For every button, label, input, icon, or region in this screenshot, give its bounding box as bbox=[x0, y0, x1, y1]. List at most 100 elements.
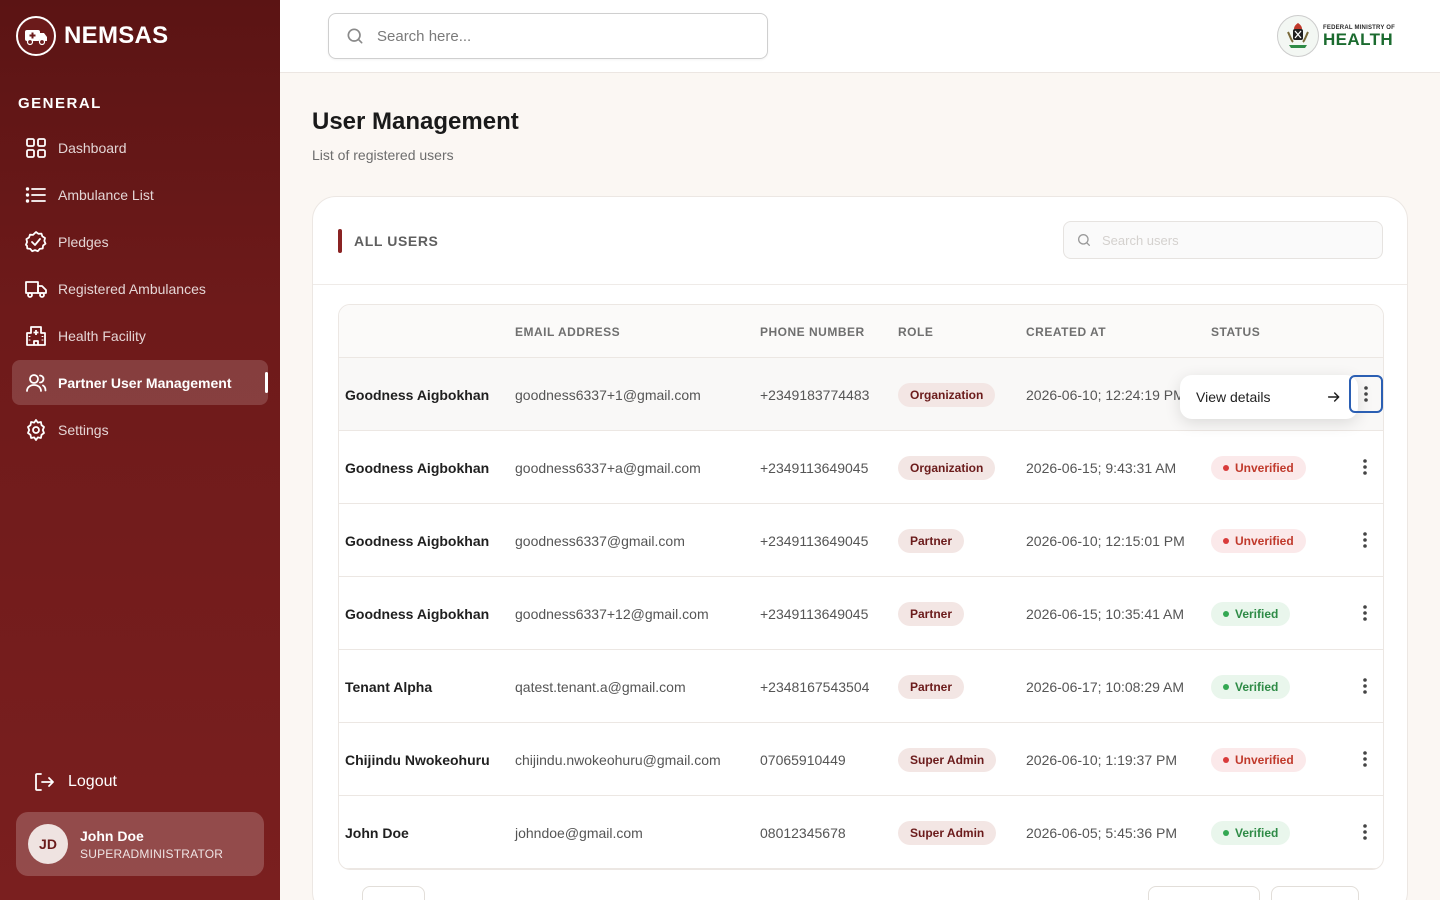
phone-cell: 07065910449 bbox=[760, 752, 846, 768]
status-badge: Unverified bbox=[1211, 748, 1306, 772]
row-actions-button[interactable] bbox=[1353, 747, 1377, 771]
status-label: Unverified bbox=[1235, 534, 1294, 548]
badge-check-icon bbox=[25, 230, 47, 252]
email-cell: qatest.tenant.a@gmail.com bbox=[515, 679, 686, 695]
more-vertical-icon bbox=[1363, 605, 1367, 621]
nav-heading: GENERAL bbox=[18, 95, 102, 112]
row-actions-button[interactable] bbox=[1353, 674, 1377, 698]
row-actions-button[interactable] bbox=[1353, 820, 1377, 844]
search-input[interactable] bbox=[377, 27, 737, 45]
users-card: ALL USERS EMAIL ADDRESS PHONE NUMBER ROL… bbox=[312, 196, 1408, 900]
status-badge: Verified bbox=[1211, 602, 1291, 626]
created-at-cell: 2026-06-10; 12:15:01 PM bbox=[1026, 533, 1185, 549]
phone-cell: +2348167543504 bbox=[760, 679, 870, 695]
sidebar-item-dashboard[interactable]: Dashboard bbox=[12, 125, 268, 170]
role-badge: Partner bbox=[898, 529, 965, 553]
column-header-status[interactable]: STATUS bbox=[1211, 325, 1260, 339]
table-row[interactable]: Chijindu Nwokeohuru chijindu.nwokeohuru@… bbox=[339, 723, 1383, 796]
column-header-phone[interactable]: PHONE NUMBER bbox=[760, 325, 865, 339]
sidebar-item-settings[interactable]: Settings bbox=[12, 407, 268, 452]
table-row[interactable]: John Doe johndoe@gmail.com 08012345678 S… bbox=[339, 796, 1383, 869]
coat-of-arms-icon bbox=[1277, 15, 1319, 57]
role-badge: Organization bbox=[898, 383, 996, 407]
phone-cell: 08012345678 bbox=[760, 825, 846, 841]
users-table: EMAIL ADDRESS PHONE NUMBER ROLE CREATED … bbox=[338, 304, 1384, 870]
gear-icon bbox=[27, 418, 45, 441]
table-row[interactable]: Goodness Aigbokhan goodness6337+a@gmail.… bbox=[339, 431, 1383, 504]
search-icon bbox=[1078, 234, 1090, 246]
page-subtitle: List of registered users bbox=[312, 147, 454, 163]
status-badge: Verified bbox=[1211, 821, 1291, 845]
table-row[interactable]: Goodness Aigbokhan goodness6337+1@gmail.… bbox=[339, 358, 1383, 431]
sidebar-item-label: Ambulance List bbox=[58, 186, 154, 203]
more-vertical-icon bbox=[1363, 459, 1367, 475]
created-at-cell: 2026-06-15; 10:35:41 AM bbox=[1026, 606, 1185, 622]
more-vertical-icon bbox=[1363, 824, 1367, 840]
truck-icon bbox=[25, 280, 47, 298]
row-actions-button[interactable] bbox=[1349, 375, 1383, 413]
created-at-cell: 2026-06-17; 10:08:29 AM bbox=[1026, 679, 1185, 695]
more-vertical-icon bbox=[1364, 386, 1368, 402]
email-cell: goodness6337@gmail.com bbox=[515, 533, 685, 549]
status-badge: Verified bbox=[1211, 675, 1291, 699]
logout-icon bbox=[35, 773, 54, 791]
column-header-role[interactable]: ROLE bbox=[898, 325, 933, 339]
table-row[interactable]: Tenant Alpha qatest.tenant.a@gmail.com +… bbox=[339, 650, 1383, 723]
status-dot bbox=[1223, 757, 1229, 763]
next-page-button[interactable] bbox=[1271, 886, 1359, 900]
user-search[interactable] bbox=[1063, 221, 1383, 259]
column-header-email[interactable]: EMAIL ADDRESS bbox=[515, 325, 620, 339]
user-search-input[interactable] bbox=[1102, 232, 1362, 248]
status-dot bbox=[1223, 538, 1229, 544]
brand[interactable]: NEMSAS bbox=[16, 16, 168, 56]
phone-cell: +2349113649045 bbox=[760, 460, 869, 476]
sidebar-item-ambulance-list[interactable]: Ambulance List bbox=[12, 172, 268, 217]
row-actions-button[interactable] bbox=[1353, 601, 1377, 625]
status-label: Verified bbox=[1235, 607, 1279, 621]
sidebar-item-label: Partner User Management bbox=[58, 374, 232, 391]
created-at-cell: 2026-06-15; 9:43:31 AM bbox=[1026, 460, 1177, 476]
user-name-cell: Tenant Alpha bbox=[345, 679, 433, 695]
card-title-label: ALL USERS bbox=[354, 233, 439, 249]
sidebar-item-registered-ambulances[interactable]: Registered Ambulances bbox=[12, 266, 268, 311]
grid-icon bbox=[26, 137, 46, 158]
column-header-created-at[interactable]: CREATED AT bbox=[1026, 325, 1106, 339]
more-vertical-icon bbox=[1363, 678, 1367, 694]
topbar: FEDERAL MINISTRY OF HEALTH bbox=[280, 0, 1440, 73]
email-cell: goodness6337+12@gmail.com bbox=[515, 606, 709, 622]
sidebar-item-partner-user-management[interactable]: Partner User Management bbox=[12, 360, 268, 405]
role-badge: Partner bbox=[898, 675, 965, 699]
list-icon bbox=[25, 186, 46, 203]
sidebar-nav: Dashboard Ambulance List Pledges Registe… bbox=[12, 125, 268, 454]
user-name-cell: Goodness Aigbokhan bbox=[345, 533, 490, 549]
status-label: Unverified bbox=[1235, 753, 1294, 767]
status-badge: Unverified bbox=[1211, 529, 1306, 553]
created-at-cell: 2026-06-05; 5:45:36 PM bbox=[1026, 825, 1177, 841]
phone-cell: +2349113649045 bbox=[760, 533, 869, 549]
sidebar-item-pledges[interactable]: Pledges bbox=[12, 219, 268, 264]
user-profile-card[interactable]: JD John Doe SUPERADMINISTRATOR bbox=[16, 812, 264, 876]
created-at-cell: 2026-06-10; 12:24:19 PM bbox=[1026, 387, 1185, 403]
role-badge: Partner bbox=[898, 602, 965, 626]
status-badge: Unverified bbox=[1211, 456, 1306, 480]
status-dot bbox=[1223, 830, 1229, 836]
sidebar-item-label: Registered Ambulances bbox=[58, 280, 206, 297]
page-size-select[interactable] bbox=[362, 886, 425, 900]
sidebar-item-label: Pledges bbox=[58, 233, 109, 250]
logout-button[interactable]: Logout bbox=[32, 770, 117, 794]
table-row[interactable]: Goodness Aigbokhan goodness6337+12@gmail… bbox=[339, 577, 1383, 650]
table-row[interactable]: Goodness Aigbokhan goodness6337@gmail.co… bbox=[339, 504, 1383, 577]
previous-page-button[interactable] bbox=[1148, 886, 1260, 900]
global-search[interactable] bbox=[328, 13, 768, 59]
user-name: John Doe bbox=[80, 827, 144, 844]
sidebar-item-health-facility[interactable]: Health Facility bbox=[12, 313, 268, 358]
phone-cell: +2349113649045 bbox=[760, 606, 869, 622]
phone-cell: +2349183774483 bbox=[760, 387, 870, 403]
title-accent-bar bbox=[338, 229, 342, 253]
ambulance-icon bbox=[16, 16, 56, 56]
row-actions-button[interactable] bbox=[1353, 528, 1377, 552]
view-details-menu-item[interactable]: View details bbox=[1180, 375, 1358, 419]
users-icon bbox=[26, 373, 47, 392]
role-badge: Super Admin bbox=[898, 821, 997, 845]
row-actions-button[interactable] bbox=[1353, 455, 1377, 479]
